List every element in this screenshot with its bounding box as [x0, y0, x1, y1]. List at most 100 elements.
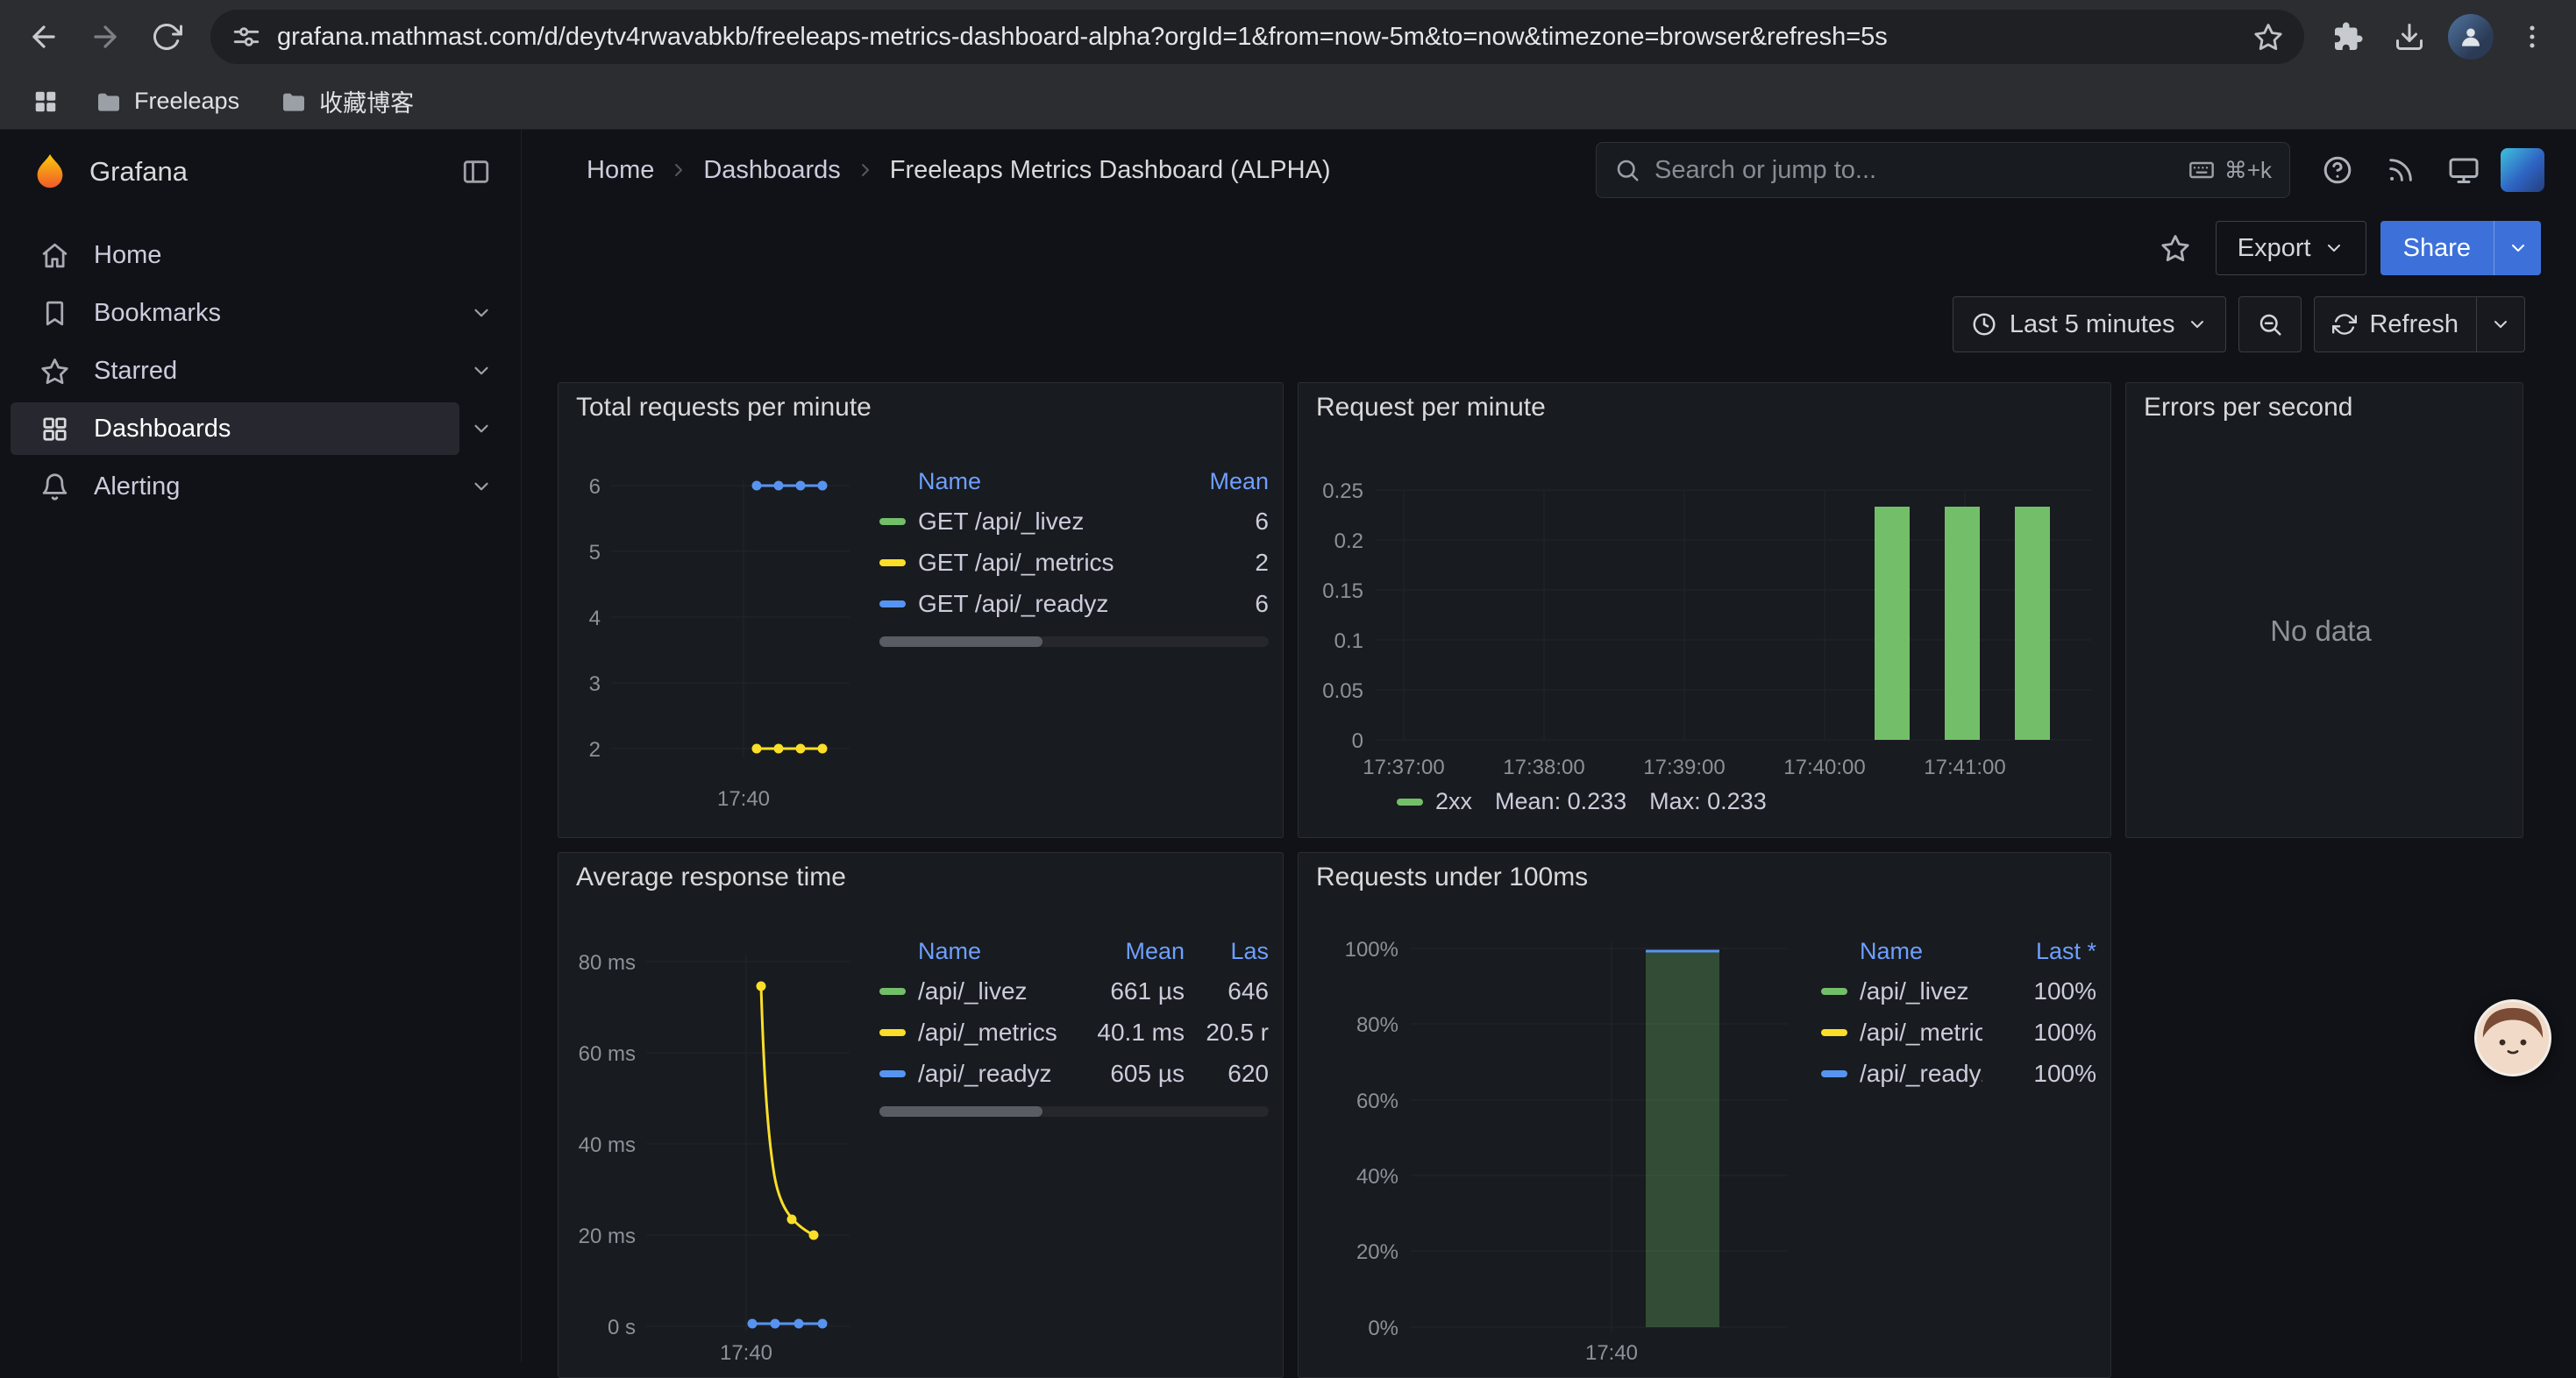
sidebar-item-bookmarks[interactable]: Bookmarks — [0, 284, 521, 342]
bookmark-star-icon[interactable] — [2253, 22, 2283, 52]
forward-button[interactable] — [77, 9, 133, 65]
legend-header-mean[interactable]: Mean — [1155, 468, 1269, 495]
panel-request-per-minute: Request per minute 0.25 0.2 0.15 — [1298, 382, 2111, 838]
profile-avatar[interactable] — [2443, 9, 2499, 65]
site-info-icon[interactable] — [231, 22, 261, 52]
legend-row[interactable]: GET /api/_livez 6 — [879, 501, 1269, 542]
export-button[interactable]: Export — [2216, 221, 2366, 275]
bookmark-folder-freeleaps[interactable]: Freeleaps — [81, 82, 253, 121]
arrow-left-icon — [27, 20, 60, 53]
legend-item-2xx[interactable]: 2xx — [1397, 788, 1472, 815]
chevron-down-icon[interactable] — [470, 302, 493, 324]
sidebar-item-starred[interactable]: Starred — [0, 342, 521, 400]
url-input[interactable] — [277, 23, 2238, 52]
svg-text:0.15: 0.15 — [1322, 579, 1363, 603]
legend-row[interactable]: /api/_livez 661 µs 646 — [879, 970, 1269, 1012]
legend-header-name[interactable]: Name — [1821, 938, 1982, 965]
series-color-swatch — [879, 1070, 906, 1077]
legend-row[interactable]: /api/_livez 100% — [1821, 970, 2096, 1012]
legend-hscrollbar[interactable] — [879, 1106, 1269, 1117]
breadcrumb-dashboards[interactable]: Dashboards — [703, 156, 840, 185]
clock-icon — [1971, 311, 1997, 337]
panel-requests-under-100ms: Requests under 100ms 100% 80% 60% 40% 20… — [1298, 852, 2111, 1378]
search-shortcut: ⌘+k — [2188, 156, 2272, 184]
panel-title[interactable]: Average response time — [576, 863, 846, 892]
url-bar[interactable] — [210, 10, 2304, 64]
refresh-button[interactable]: Refresh — [2314, 296, 2477, 352]
panel-title[interactable]: Requests under 100ms — [1316, 863, 1588, 892]
search-icon — [1614, 157, 1640, 183]
series-last: 646 — [1185, 977, 1269, 1005]
refresh-interval-caret[interactable] — [2477, 296, 2525, 352]
breadcrumb: Home Dashboards Freeleaps Metrics Dashbo… — [587, 156, 1331, 185]
legend-hscrollbar-thumb[interactable] — [879, 636, 1042, 647]
chevron-down-icon[interactable] — [470, 475, 493, 498]
zoom-out-button[interactable] — [2238, 296, 2302, 352]
series-last: 100% — [1982, 1019, 2096, 1047]
back-button[interactable] — [16, 9, 72, 65]
panel-title[interactable]: Request per minute — [1316, 393, 1546, 423]
sidebar: Grafana Home Bookmarks Starred D — [0, 130, 522, 1362]
panel-title[interactable]: Total requests per minute — [576, 393, 872, 423]
chevron-down-icon[interactable] — [470, 359, 493, 382]
search-bar[interactable]: ⌘+k — [1596, 142, 2290, 198]
legend-mean: Mean: 0.233 — [1495, 788, 1626, 815]
svg-text:60 ms: 60 ms — [579, 1042, 636, 1066]
legend-hscrollbar[interactable] — [879, 636, 1269, 647]
bookmark-folder-blogs[interactable]: 收藏博客 — [266, 79, 428, 124]
legend-hscrollbar-thumb[interactable] — [879, 1106, 1042, 1117]
chevron-down-icon[interactable] — [470, 417, 493, 440]
apps-grid-icon[interactable] — [23, 79, 68, 124]
download-icon — [2394, 21, 2425, 53]
dashboard-actions: Export Share — [522, 210, 2576, 286]
no-data-message: No data — [2133, 432, 2508, 830]
search-input[interactable] — [1654, 156, 2174, 185]
sidebar-collapse-icon[interactable] — [461, 157, 491, 187]
series-color-swatch — [1397, 799, 1423, 806]
breadcrumb-home[interactable]: Home — [587, 156, 654, 185]
legend-row[interactable]: /api/_metrics 40.1 ms 20.5 r — [879, 1012, 1269, 1053]
downloads-icon[interactable] — [2381, 9, 2437, 65]
under-100ms-chart[interactable]: 100% 80% 60% 40% 20% 0% 17:40 — [1306, 925, 1797, 1363]
top-header: Home Dashboards Freeleaps Metrics Dashbo… — [522, 130, 2576, 210]
series-name: /api/_metrics — [918, 1019, 1057, 1047]
svg-text:100%: 100% — [1345, 938, 1398, 962]
favorite-star-icon[interactable] — [2149, 222, 2202, 274]
chevron-down-icon — [2187, 314, 2208, 335]
extensions-icon[interactable] — [2320, 9, 2376, 65]
sidebar-item-alerting[interactable]: Alerting — [0, 458, 521, 515]
browser-menu-icon[interactable] — [2504, 9, 2560, 65]
bell-icon — [39, 472, 70, 501]
time-range-picker[interactable]: Last 5 minutes — [1953, 296, 2227, 352]
news-rss-icon[interactable] — [2374, 144, 2427, 196]
series-name: GET /api/_livez — [918, 508, 1084, 536]
legend-row[interactable]: /api/_metrics 100% — [1821, 1012, 2096, 1053]
average-response-chart[interactable]: 80 ms 60 ms 40 ms 20 ms 0 s 17:40 — [566, 925, 855, 1363]
help-icon[interactable] — [2311, 144, 2364, 196]
svg-text:2: 2 — [589, 738, 601, 762]
share-button[interactable]: Share — [2380, 221, 2494, 275]
svg-text:3: 3 — [589, 672, 601, 696]
legend-header-last[interactable]: Las — [1185, 938, 1269, 965]
request-per-minute-chart[interactable]: 0.25 0.2 0.15 0.1 0.05 0 17:37:00 17:38:… — [1313, 455, 2098, 781]
assistant-avatar[interactable] — [2474, 999, 2551, 1076]
user-avatar[interactable] — [2501, 148, 2544, 192]
legend-row[interactable]: /api/_readyz 100% — [1821, 1053, 2096, 1094]
svg-text:0 s: 0 s — [608, 1316, 636, 1339]
legend-row[interactable]: GET /api/_readyz 6 — [879, 583, 1269, 624]
sidebar-item-home[interactable]: Home — [0, 226, 521, 284]
legend-header-name[interactable]: Name — [879, 938, 1062, 965]
sidebar-item-dashboards[interactable]: Dashboards — [0, 400, 521, 458]
panel-title[interactable]: Errors per second — [2144, 393, 2352, 423]
series-color-swatch — [879, 518, 906, 525]
share-menu-caret[interactable] — [2494, 221, 2541, 275]
bookmarks-bar: Freeleaps 收藏博客 — [0, 74, 2576, 130]
reload-button[interactable] — [139, 9, 195, 65]
legend-header-last[interactable]: Last * — [1982, 938, 2096, 965]
legend-header-name[interactable]: Name — [879, 468, 1155, 495]
legend-row[interactable]: GET /api/_metrics 2 — [879, 542, 1269, 583]
total-requests-chart[interactable]: 6 5 4 3 2 17:40 — [566, 455, 855, 816]
monitor-icon[interactable] — [2437, 144, 2490, 196]
legend-header-mean[interactable]: Mean — [1062, 938, 1185, 965]
legend-row[interactable]: /api/_readyz 605 µs 620 — [879, 1053, 1269, 1094]
